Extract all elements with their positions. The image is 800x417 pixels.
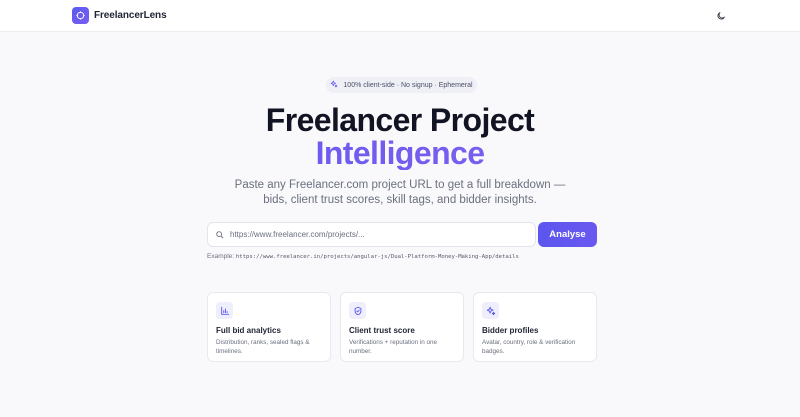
example-hint: Example: https://www.freelancer.in/proje…	[207, 253, 519, 260]
feature-badge: 100% client-side · No signup · Ephemeral	[326, 77, 477, 93]
moon-icon[interactable]	[714, 9, 728, 23]
feature-description: Avatar, country, role & verification bad…	[482, 339, 576, 355]
feature-card-trust-score: Client trust score Verifications + reput…	[340, 292, 464, 362]
shield-check-icon	[349, 302, 366, 319]
bar-chart-icon	[216, 302, 233, 319]
badge-text: 100% client-side · No signup · Ephemeral	[343, 81, 473, 89]
subtitle-line-1: Paste any Freelancer.com project URL to …	[234, 179, 566, 191]
search-box[interactable]	[207, 222, 536, 247]
feature-title: Client trust score	[349, 326, 415, 335]
top-bar: FreelancerLens	[0, 0, 800, 32]
sparkle-logo-icon[interactable]	[72, 7, 89, 24]
feature-card-bidder-profiles: Bidder profiles Avatar, country, role & …	[473, 292, 597, 362]
sparkles-icon	[330, 80, 338, 90]
brand-name[interactable]: FreelancerLens	[94, 10, 167, 21]
example-label: Example:	[207, 253, 235, 260]
sparkles-icon	[482, 302, 499, 319]
feature-description: Distribution, ranks, sealed flags & time…	[216, 339, 310, 355]
page-title-accent: Intelligence	[0, 136, 800, 170]
page-title: Freelancer Project	[265, 102, 535, 138]
analyse-button[interactable]: Analyse	[538, 222, 597, 247]
feature-card-bid-analytics: Full bid analytics Distribution, ranks, …	[207, 292, 331, 362]
url-input[interactable]	[230, 230, 520, 239]
feature-description: Verifications + reputation in one number…	[349, 339, 438, 355]
search-icon	[215, 226, 224, 244]
example-url[interactable]: https://www.freelancer.in/projects/angul…	[236, 254, 519, 260]
subtitle-line-2: bids, client trust scores, skill tags, a…	[263, 194, 537, 206]
feature-title: Full bid analytics	[216, 326, 281, 335]
feature-title: Bidder profiles	[482, 326, 539, 335]
